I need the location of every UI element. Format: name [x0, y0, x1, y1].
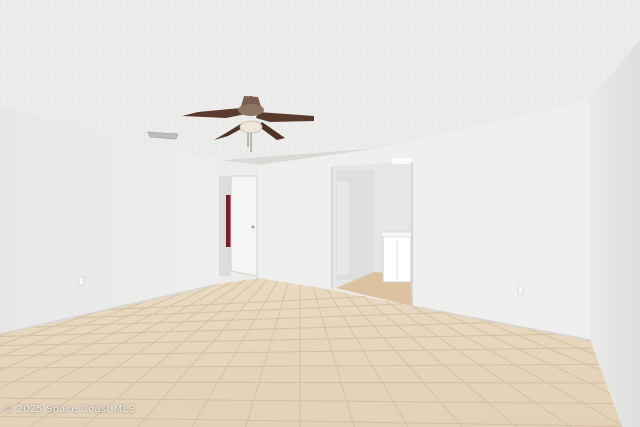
light-fixture-icon: [392, 158, 412, 164]
door-handle: [251, 225, 255, 229]
watermark: © 2025 Space Coast MLS: [3, 404, 135, 415]
outlet-icon: [517, 285, 524, 295]
room-photo: © 2025 Space Coast MLS: [0, 0, 640, 427]
vanity-counter: [380, 231, 413, 238]
hallway-curtain: [226, 195, 231, 247]
outlet-icon: [78, 276, 85, 286]
bathroom-inner-door: [337, 182, 349, 274]
room-scene: [0, 0, 640, 427]
